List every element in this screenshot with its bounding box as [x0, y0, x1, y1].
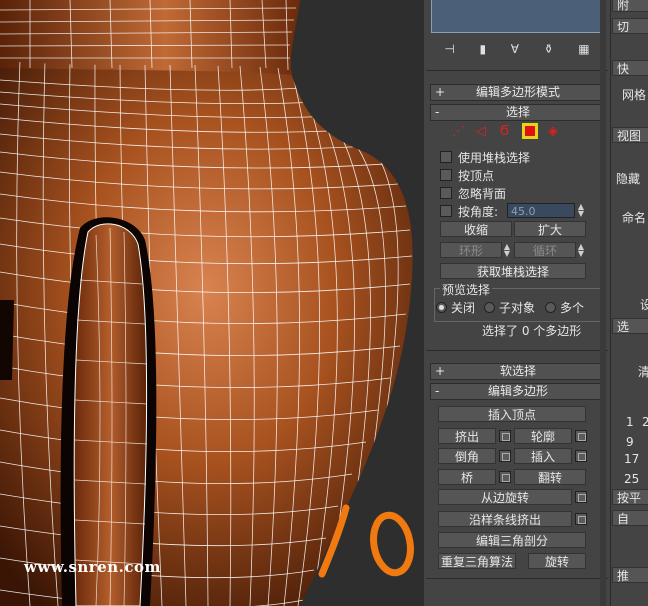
right-number-9: 9 — [626, 435, 634, 449]
right-number-17: 17 — [624, 452, 640, 466]
divider — [426, 578, 608, 579]
edge-icon[interactable]: ◁ — [476, 124, 486, 139]
by-vertex-checkbox[interactable]: 按顶点 — [440, 167, 494, 183]
ignore-backfacing-checkbox[interactable]: 忽略背面 — [440, 185, 506, 201]
selection-status: 选择了 0 个多边形 — [482, 324, 582, 338]
border-icon[interactable]: Ϭ — [500, 124, 509, 139]
loop-spinner-icon[interactable]: ▲ ▼ — [577, 243, 585, 258]
vase-render — [0, 0, 414, 606]
element-icon[interactable]: ◈ — [548, 124, 558, 139]
right-number-2: 2 — [642, 415, 648, 429]
extrude-spline-settings-icon[interactable] — [575, 513, 587, 525]
hinge-from-edge-button[interactable]: 从边旋转 — [438, 489, 572, 505]
extrude-along-spline-button[interactable]: 沿样条线挤出 — [438, 511, 572, 527]
bevel-button[interactable]: 倒角 — [438, 448, 496, 464]
collapse-icon: - — [435, 105, 440, 119]
watermark: www.snren.com — [24, 558, 161, 576]
right-button-quick[interactable]: 快 — [612, 60, 648, 76]
pin-stack-icon[interactable]: ⊣ — [444, 42, 454, 56]
bevel-settings-icon[interactable] — [499, 450, 511, 462]
vertex-icon[interactable]: ⋰ — [452, 124, 465, 139]
handle — [73, 223, 148, 606]
right-number-1: 1 — [626, 415, 634, 429]
by-angle-checkbox[interactable]: 按角度: — [440, 203, 498, 219]
show-end-result-icon[interactable]: ▮ — [479, 42, 486, 56]
rollout-edit-poly-mode[interactable]: + 编辑多边形模式 — [430, 84, 606, 101]
right-button-flat[interactable]: 按平 — [612, 489, 648, 505]
inset-button[interactable]: 插入 — [514, 448, 572, 464]
divider — [426, 350, 608, 351]
inset-settings-icon[interactable] — [575, 450, 587, 462]
extrude-button[interactable]: 挤出 — [438, 428, 496, 444]
spinner-arrows-icon[interactable]: ▲ ▼ — [577, 203, 585, 218]
divider — [426, 70, 608, 71]
preview-subobject-radio[interactable]: 子对象 — [484, 299, 535, 316]
bridge-button[interactable]: 桥 — [438, 469, 496, 485]
edit-triangulation-button[interactable]: 编辑三角剖分 — [438, 532, 586, 548]
make-unique-icon[interactable]: ∀ — [511, 42, 519, 56]
flip-button[interactable]: 翻转 — [514, 469, 586, 485]
left-handle-edge — [0, 300, 14, 380]
rollout-edit-polygons[interactable]: - 编辑多边形 — [430, 383, 606, 400]
right-button-push[interactable]: 推 — [612, 567, 648, 583]
preview-multi-radio[interactable]: 多个 — [545, 299, 584, 316]
outline-settings-icon[interactable] — [575, 430, 587, 442]
right-button-select[interactable]: 选 — [612, 318, 648, 334]
right-label-clear: 清 — [638, 365, 648, 379]
viewport[interactable]: www.snren.com — [0, 0, 424, 606]
right-button-attach[interactable]: 附 — [612, 0, 648, 12]
panel-scrollbar[interactable] — [600, 0, 606, 606]
grow-button[interactable]: 扩大 — [514, 221, 586, 237]
right-number-25: 25 — [624, 472, 640, 486]
get-stack-selection-button[interactable]: 获取堆栈选择 — [440, 263, 586, 279]
configure-sets-icon[interactable]: ▦ — [578, 42, 589, 56]
material-preview — [431, 0, 605, 33]
collapse-icon: - — [435, 384, 440, 398]
extrude-settings-icon[interactable] — [499, 430, 511, 442]
retriangulate-button[interactable]: 重复三角算法 — [438, 553, 516, 569]
right-label-named: 命名 — [622, 211, 647, 225]
bridge-settings-icon[interactable] — [499, 471, 511, 483]
rollout-selection[interactable]: - 选择 — [430, 104, 606, 121]
remove-modifier-icon[interactable]: ⚱ — [544, 42, 554, 56]
right-label-set: 设 — [640, 298, 648, 312]
right-button-view[interactable]: 视图 — [612, 127, 648, 143]
stack-toolbar: ⊣ ▮ ∀ ⚱ ▦ — [432, 40, 602, 58]
command-panel: ⊣ ▮ ∀ ⚱ ▦ + 编辑多边形模式 - 选择 ⋰ ◁ Ϭ ◈ 使用堆栈选择 … — [424, 0, 610, 606]
polygon-icon[interactable] — [522, 123, 538, 139]
ring-spinner-icon[interactable]: ▲ ▼ — [503, 243, 511, 258]
rollout-soft-selection[interactable]: + 软选择 — [430, 363, 606, 380]
subobject-level-icons: ⋰ ◁ Ϭ ◈ — [452, 123, 572, 144]
right-button-auto[interactable]: 自 — [612, 510, 648, 526]
ring-button[interactable]: 环形 — [440, 242, 502, 258]
expand-icon: + — [435, 364, 446, 378]
right-label-grid: 网格 — [622, 88, 647, 102]
right-label-hide: 隐藏 — [616, 172, 641, 186]
preview-off-radio[interactable]: 关闭 — [436, 299, 475, 316]
shrink-button[interactable]: 收缩 — [440, 221, 512, 237]
turn-button[interactable]: 旋转 — [528, 553, 586, 569]
loop-button[interactable]: 循环 — [514, 242, 576, 258]
outline-button[interactable]: 轮廓 — [514, 428, 572, 444]
hinge-settings-icon[interactable] — [575, 491, 587, 503]
right-button-slice[interactable]: 切 — [612, 18, 648, 34]
use-stack-selection-checkbox[interactable]: 使用堆栈选择 — [440, 149, 530, 165]
angle-spinner[interactable]: 45.0 — [507, 203, 575, 218]
insert-vertex-button[interactable]: 插入顶点 — [438, 406, 586, 422]
expand-icon: + — [435, 85, 446, 99]
preview-selection-label: 预览选择 — [440, 281, 493, 298]
